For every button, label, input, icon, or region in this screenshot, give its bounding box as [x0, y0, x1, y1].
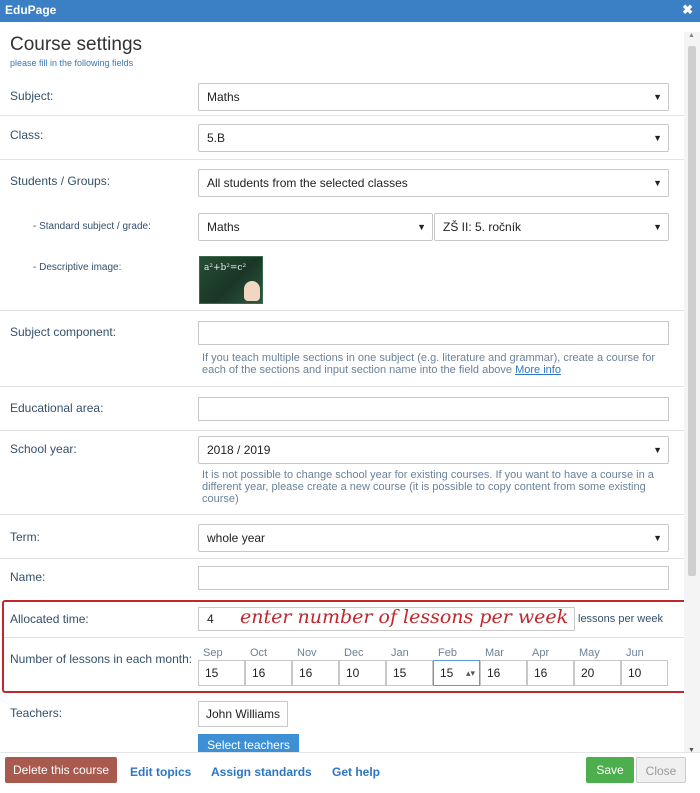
month-label: Sep [203, 647, 223, 659]
month-label: May [579, 647, 600, 659]
descriptive-image[interactable]: a²+b²=c² [199, 256, 263, 304]
scroll-up-icon[interactable]: ▲ [688, 32, 695, 39]
scrollbar[interactable]: ▲ ▼ [684, 32, 700, 754]
term-label: Term: [10, 530, 40, 544]
subject-select[interactable]: Maths ▼ [198, 83, 669, 111]
teachers-label: Teachers: [10, 706, 63, 720]
chevron-down-icon: ▼ [653, 92, 662, 102]
row-subject: Subject: Maths ▼ [0, 72, 684, 116]
month-input[interactable]: 16 [245, 660, 292, 686]
chevron-down-icon: ▼ [653, 178, 662, 188]
image-label: - Descriptive image: [33, 262, 122, 273]
title-bar: EduPage ✖ [0, 0, 700, 22]
scrollbar-thumb[interactable] [688, 46, 696, 576]
divider [0, 514, 684, 515]
school-year-label: School year: [10, 442, 77, 456]
assign-standards-link[interactable]: Assign standards [211, 765, 312, 779]
allocated-label: Allocated time: [10, 612, 89, 626]
students-value: All students from the selected classes [207, 176, 408, 190]
page-title: Course settings [10, 34, 143, 55]
month-input[interactable]: 10 [621, 660, 668, 686]
subject-label: Subject: [10, 89, 54, 103]
month-label: Dec [344, 647, 364, 659]
chevron-down-icon: ▼ [653, 533, 662, 543]
chevron-down-icon: ▼ [653, 133, 662, 143]
subject-value: Maths [207, 90, 240, 104]
standard-subject-select[interactable]: Maths ▼ [198, 213, 433, 241]
annotation-text: enter number of lessons per week [240, 606, 569, 628]
month-label: Feb [438, 647, 457, 659]
component-label: Subject component: [10, 325, 117, 339]
term-value: whole year [207, 531, 266, 545]
students-select[interactable]: All students from the selected classes ▼ [198, 169, 669, 197]
months-label: Number of lessons in each month: [10, 652, 193, 666]
chalk-hand [244, 281, 260, 301]
month-label: Jan [391, 647, 409, 659]
app-title: EduPage [5, 3, 57, 17]
edu-area-label: Educational area: [10, 401, 104, 415]
month-input[interactable]: 16 [292, 660, 339, 686]
edit-topics-link[interactable]: Edit topics [130, 765, 191, 779]
class-value: 5.B [207, 131, 226, 145]
teacher-chip[interactable]: John Williams [198, 701, 289, 727]
divider [0, 386, 684, 387]
close-button[interactable]: Close [636, 757, 686, 783]
divider [0, 430, 684, 431]
delete-course-button[interactable]: Delete this course [5, 757, 117, 783]
month-input[interactable]: 16 [480, 660, 527, 686]
standard-subject-value: Maths [207, 220, 240, 234]
school-year-select[interactable]: 2018 / 2019 ▼ [198, 436, 669, 464]
chevron-down-icon: ▼ [653, 445, 662, 455]
spinner-icon[interactable]: ▴▾ [466, 661, 475, 685]
edu-area-input[interactable] [198, 397, 669, 421]
page-subtitle: please fill in the following fields [10, 58, 134, 68]
divider [0, 310, 684, 311]
component-help: If you teach multiple sections in one su… [202, 352, 667, 376]
month-input[interactable]: 20 [574, 660, 621, 686]
month-label: Oct [250, 647, 268, 659]
component-input[interactable] [198, 321, 669, 345]
month-label: Mar [485, 647, 504, 659]
name-label: Name: [10, 570, 46, 584]
month-input[interactable]: 15 [386, 660, 433, 686]
grade-select[interactable]: ZŠ II: 5. ročník ▼ [434, 213, 669, 241]
month-input[interactable]: 15 [198, 660, 245, 686]
class-select[interactable]: 5.B ▼ [198, 124, 669, 152]
chalk-text: a²+b²=c² [204, 263, 247, 273]
class-label: Class: [10, 128, 44, 142]
chevron-down-icon: ▼ [417, 222, 426, 232]
grade-value: ZŠ II: 5. ročník [443, 220, 522, 234]
chevron-down-icon: ▼ [653, 222, 662, 232]
get-help-link[interactable]: Get help [332, 765, 380, 779]
more-info-link[interactable]: More info [515, 364, 561, 376]
school-year-value: 2018 / 2019 [207, 443, 271, 457]
month-label: Jun [626, 647, 644, 659]
row-students: Students / Groups: All students from the… [0, 160, 684, 204]
students-label: Students / Groups: [10, 174, 111, 188]
month-label: Apr [532, 647, 550, 659]
month-input-focused[interactable]: 15 ▴▾ [433, 660, 480, 686]
name-input[interactable] [198, 566, 669, 590]
term-select[interactable]: whole year ▼ [198, 524, 669, 552]
save-button[interactable]: Save [586, 757, 634, 783]
component-help-text: If you teach multiple sections in one su… [202, 352, 656, 376]
school-year-help: It is not possible to change school year… [202, 469, 654, 505]
divider [4, 637, 695, 638]
month-input[interactable]: 10 [339, 660, 386, 686]
close-icon[interactable]: ✖ [682, 2, 693, 18]
month-value: 15 [440, 666, 454, 680]
month-input[interactable]: 16 [527, 660, 574, 686]
month-label: Nov [297, 647, 317, 659]
allocated-suffix: lessons per week [578, 613, 663, 625]
divider [0, 558, 684, 559]
standard-label: - Standard subject / grade: [33, 221, 151, 232]
row-class: Class: 5.B ▼ [0, 116, 684, 160]
